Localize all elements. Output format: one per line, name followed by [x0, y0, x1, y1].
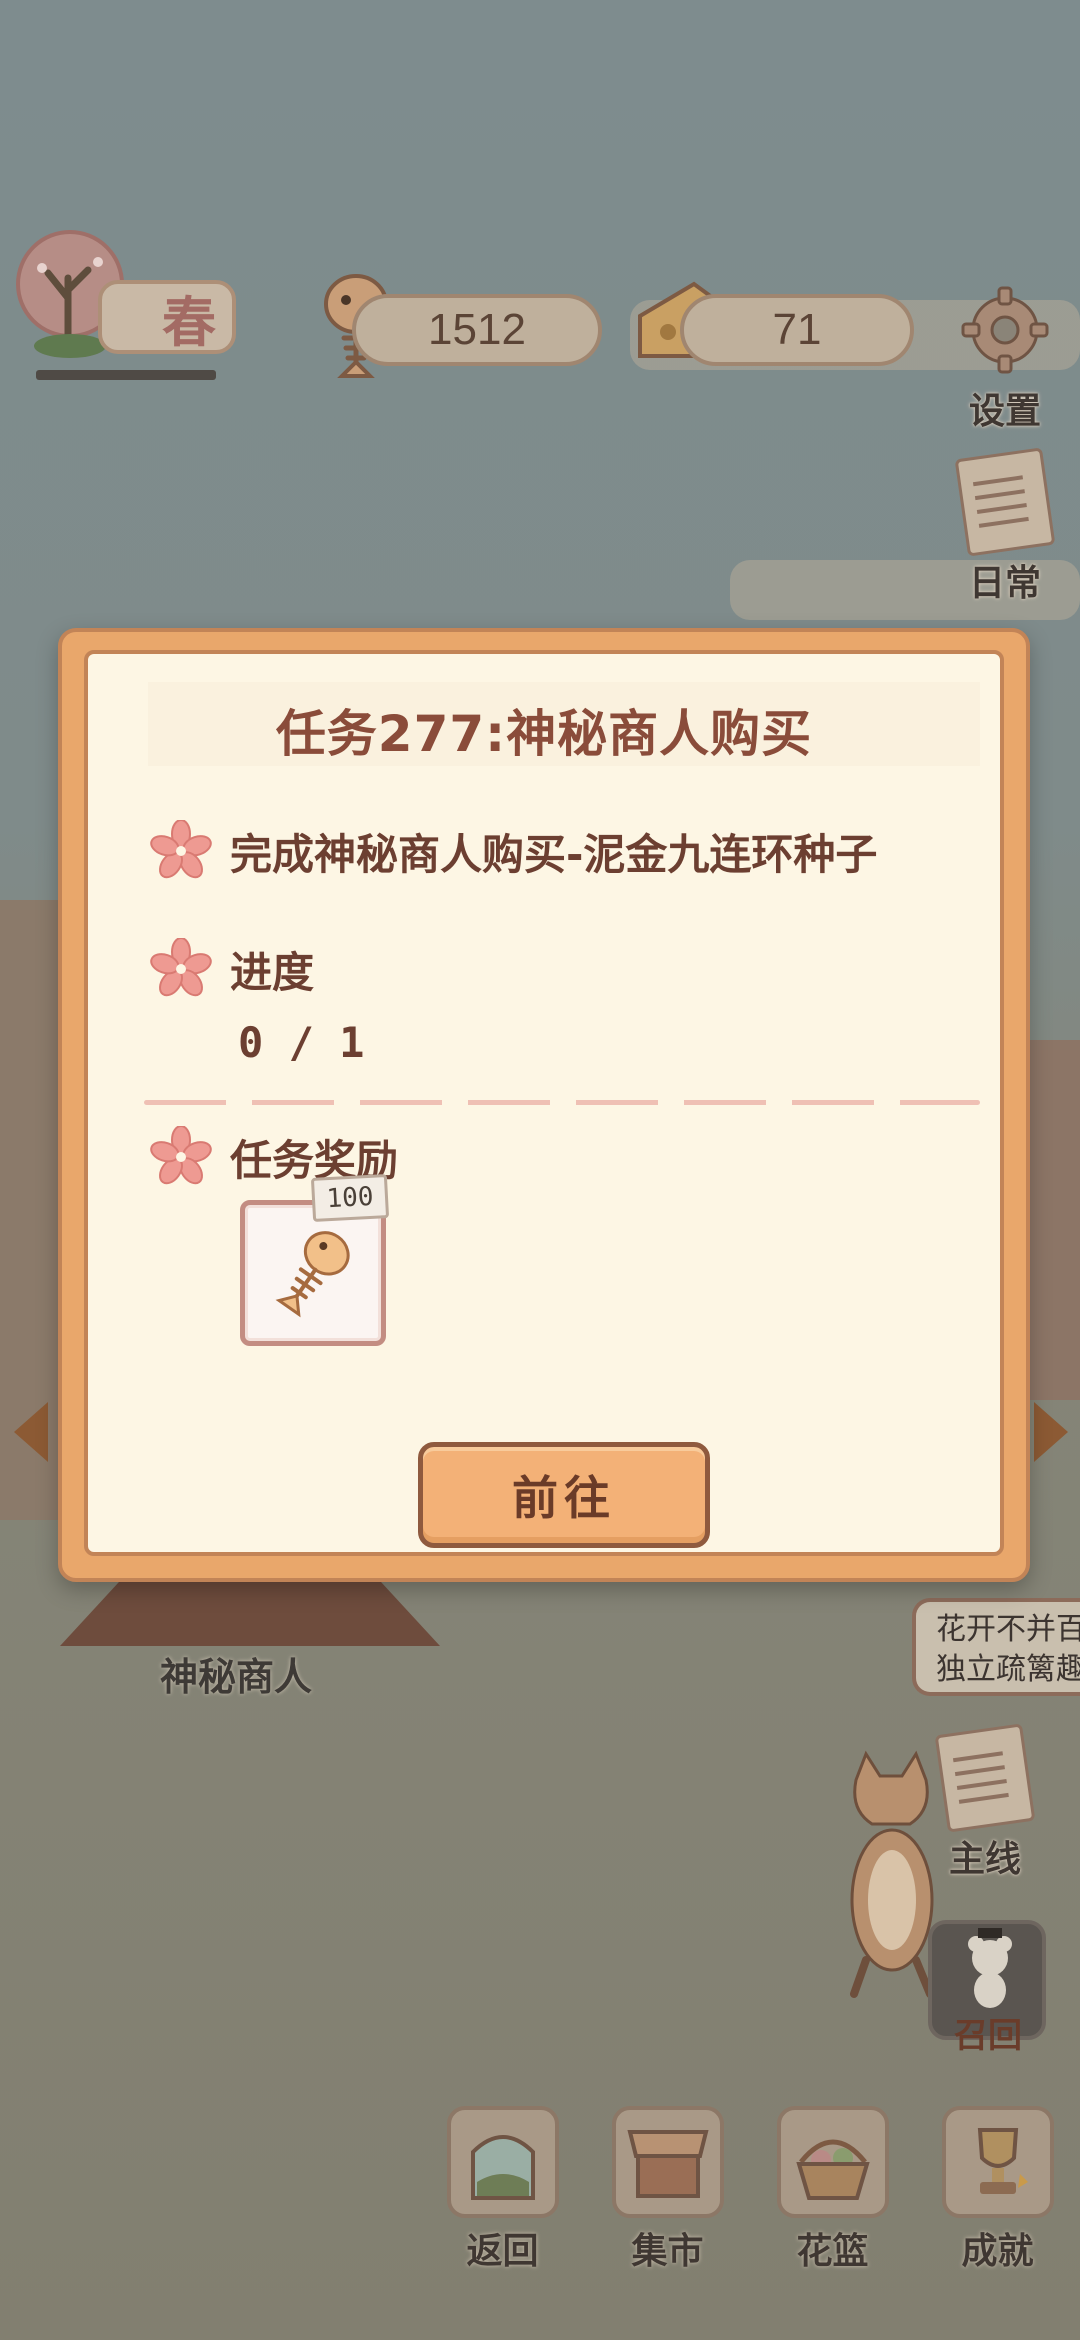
settings-label: 设置 — [968, 391, 1041, 432]
recall-label: 召回 — [954, 2016, 1022, 2056]
recall-mouse-button[interactable]: 召回 — [928, 1920, 1046, 2056]
task-dialog: 任务277:神秘商人购买 完成神秘商人购买-泥金九连环种子 进度 0 / 1 任… — [58, 628, 1030, 1582]
flower-bullet-icon — [150, 820, 212, 879]
fish-currency-counter: 1512 — [352, 294, 602, 366]
scroll-left-arrow-icon[interactable] — [14, 1402, 48, 1462]
flower-bullet-icon — [150, 938, 212, 997]
trophy-icon — [941, 2106, 1054, 2218]
go-button[interactable]: 前往 — [418, 1442, 710, 1548]
season-badge[interactable]: 春 — [8, 228, 236, 380]
gear-icon — [955, 280, 1055, 380]
nav-achievements[interactable]: 成就 — [928, 2106, 1068, 2286]
speech-line: 花开不并百 — [936, 1612, 1080, 1647]
nav-achievements-label: 成就 — [961, 2231, 1034, 2272]
mysterious-merchant-label[interactable]: 神秘商人 — [160, 1646, 312, 1701]
main-quest-button[interactable]: 主线 — [930, 1723, 1040, 1882]
merchant-rug — [60, 1580, 440, 1646]
scroll-right-arrow-icon[interactable] — [1034, 1402, 1068, 1462]
speech-line: 独立疏篱趣 — [936, 1652, 1080, 1687]
progress-value: 0 / 1 — [238, 1018, 365, 1067]
window-icon — [446, 2106, 559, 2218]
fishbone-icon — [275, 1231, 350, 1318]
task-description: 完成神秘商人购买-泥金九连环种子 — [230, 829, 878, 879]
nav-flower-basket-label: 花篮 — [796, 2231, 869, 2272]
market-stall-icon — [611, 2106, 724, 2218]
task-scroll-icon — [954, 447, 1056, 557]
progress-row: 进度 — [150, 938, 314, 1000]
season-progress-bar — [36, 370, 216, 380]
dashed-divider — [144, 1100, 980, 1105]
flower-bullet-icon — [150, 1126, 212, 1185]
speech-bubble: 花开不并百 独立疏篱趣 — [912, 1598, 1080, 1696]
task-description-row: 完成神秘商人购买-泥金九连环种子 — [150, 820, 877, 882]
nav-back[interactable]: 返回 — [433, 2106, 573, 2286]
nav-market[interactable]: 集市 — [598, 2106, 738, 2286]
dialog-title: 任务277:神秘商人购买 — [275, 705, 813, 763]
task-scroll-icon — [934, 1723, 1036, 1833]
nav-market-label: 集市 — [631, 2231, 704, 2272]
flower-basket-icon — [776, 2106, 889, 2218]
task-dialog-paper: 任务277:神秘商人购买 完成神秘商人购买-泥金九连环种子 进度 0 / 1 任… — [84, 650, 1004, 1556]
main-quest-label: 主线 — [948, 1839, 1021, 1880]
settings-button[interactable]: 设置 — [950, 280, 1060, 434]
mouse-character-icon — [968, 1928, 1012, 2008]
season-label: 春 — [98, 280, 236, 354]
bottom-navigation: 返回 集市 花篮 成就 — [420, 2106, 1080, 2286]
daily-tasks-button[interactable]: 日常 — [950, 447, 1060, 606]
reward-item-card[interactable] — [240, 1200, 386, 1346]
reward-amount-tag: 100 — [310, 1174, 390, 1222]
cheese-currency-counter: 71 — [680, 294, 914, 366]
nav-back-label: 返回 — [466, 2231, 539, 2272]
nav-flower-basket[interactable]: 花篮 — [763, 2106, 903, 2286]
daily-label: 日常 — [968, 563, 1041, 604]
progress-label: 进度 — [230, 947, 315, 997]
